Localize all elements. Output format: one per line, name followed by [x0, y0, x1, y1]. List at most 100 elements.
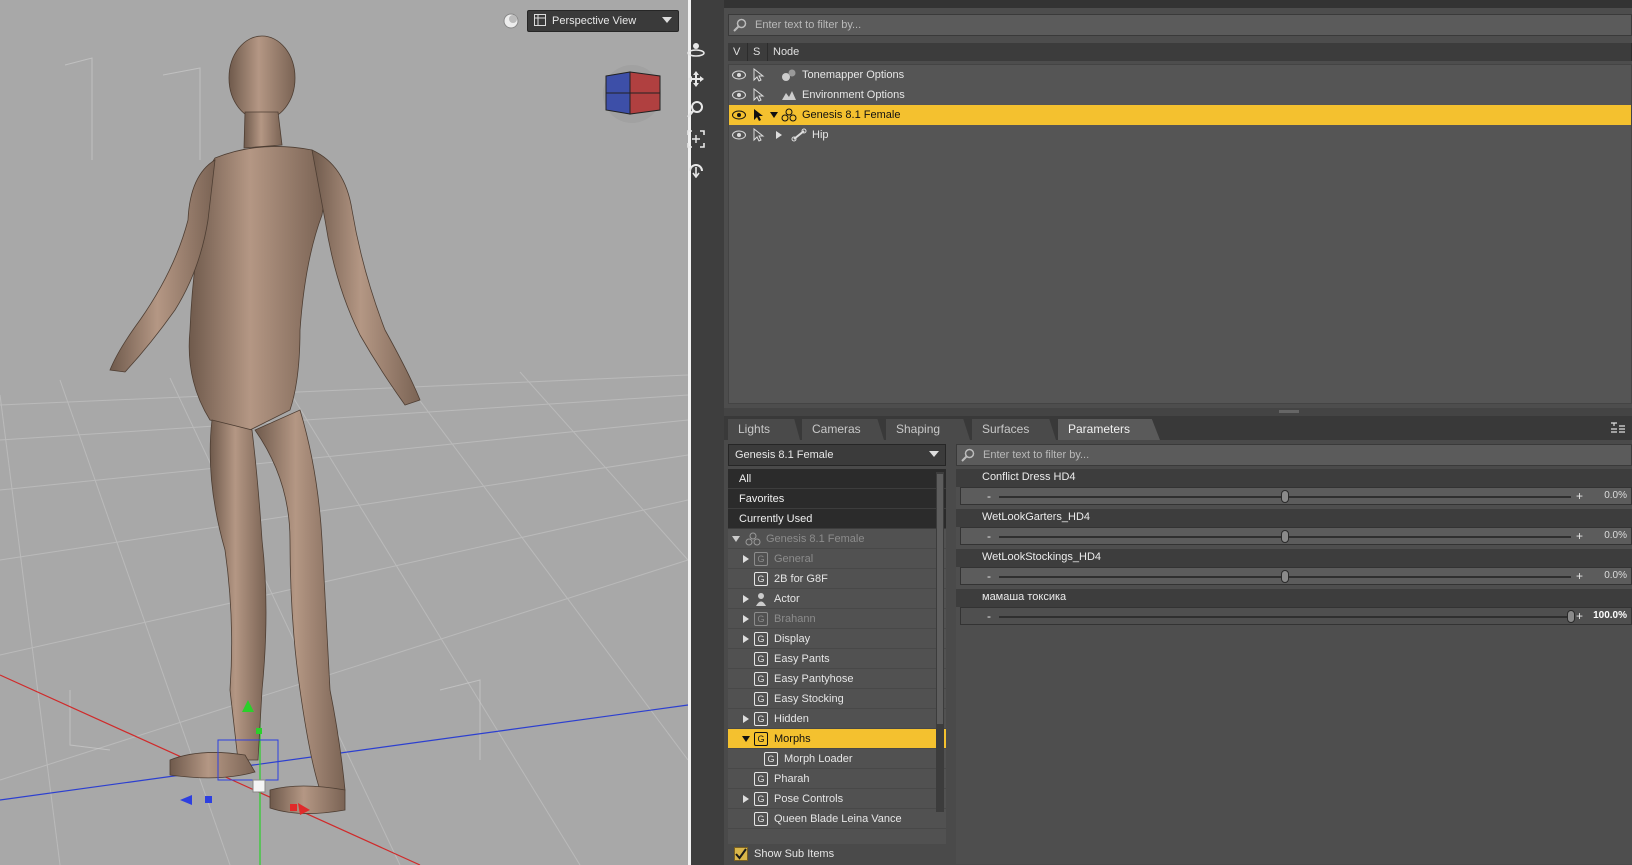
- tree-item-pose-controls[interactable]: G Pose Controls: [728, 789, 946, 809]
- decrement-button[interactable]: -: [987, 530, 991, 542]
- chevron-down-icon: [662, 15, 672, 27]
- tree-item-hidden[interactable]: G Hidden: [728, 709, 946, 729]
- node-label: Genesis 8.1 Female: [802, 109, 901, 121]
- tab-lights[interactable]: Lights: [728, 419, 800, 440]
- decrement-button[interactable]: -: [987, 490, 991, 502]
- tonemapper-icon: [779, 66, 799, 84]
- param-value[interactable]: 100.0%: [1593, 610, 1627, 621]
- slider-track[interactable]: [999, 616, 1571, 618]
- category-favorites[interactable]: Favorites: [728, 489, 946, 509]
- expand-closed-icon[interactable]: [738, 614, 754, 623]
- param-value[interactable]: 0.0%: [1604, 570, 1627, 581]
- slider-knob[interactable]: [1567, 610, 1575, 623]
- category-currently-used[interactable]: Currently Used: [728, 509, 946, 529]
- node-dropdown[interactable]: Genesis 8.1 Female: [728, 444, 946, 466]
- tree-item-easy-stocking[interactable]: G Easy Stocking: [728, 689, 946, 709]
- slider-knob[interactable]: [1281, 530, 1289, 543]
- tab-parameters[interactable]: Parameters: [1058, 419, 1160, 440]
- param-value[interactable]: 0.0%: [1604, 490, 1627, 501]
- column-selectable[interactable]: S: [748, 43, 768, 61]
- expand-open-icon[interactable]: [769, 111, 779, 119]
- cursor-arrow-icon[interactable]: [749, 65, 769, 85]
- category-all[interactable]: All: [728, 469, 946, 489]
- checkbox-checked[interactable]: [734, 847, 748, 861]
- sun-icon[interactable]: [502, 12, 520, 30]
- actor-icon: [754, 592, 768, 606]
- column-node[interactable]: Node: [768, 43, 1632, 61]
- increment-button[interactable]: +: [1576, 490, 1583, 502]
- expand-open-icon[interactable]: [738, 735, 754, 743]
- tree-item-morphs[interactable]: G Morphs: [728, 729, 946, 749]
- expand-closed-icon[interactable]: [738, 594, 754, 603]
- bone-icon: [789, 126, 809, 144]
- tree-item-genesis[interactable]: Genesis 8.1 Female: [728, 529, 946, 549]
- decrement-button[interactable]: -: [987, 610, 991, 622]
- eye-icon[interactable]: [729, 125, 749, 145]
- tree-item-pharah[interactable]: G Pharah: [728, 769, 946, 789]
- tree-item-morph-loader[interactable]: G Morph Loader: [728, 749, 946, 769]
- environment-icon: [779, 86, 799, 104]
- expand-closed-icon[interactable]: [738, 634, 754, 643]
- tree-item-label: Pharah: [774, 772, 810, 785]
- tab-surfaces[interactable]: Surfaces: [972, 419, 1056, 440]
- param-value[interactable]: 0.0%: [1604, 530, 1627, 541]
- scrollbar-thumb[interactable]: [937, 474, 943, 724]
- reset-icon[interactable]: [683, 156, 709, 182]
- pane-menu-icon[interactable]: [1608, 419, 1628, 437]
- cursor-arrow-icon[interactable]: [749, 125, 769, 145]
- category-scrollbar[interactable]: [936, 472, 944, 812]
- expand-open-icon[interactable]: [728, 535, 744, 543]
- expand-closed-icon[interactable]: [738, 714, 754, 723]
- param-slider[interactable]: - + 0.0%: [960, 567, 1632, 585]
- decrement-button[interactable]: -: [987, 570, 991, 582]
- param-slider[interactable]: - + 100.0%: [960, 607, 1632, 625]
- scene-node-hip[interactable]: Hip: [729, 125, 1631, 145]
- view-selector[interactable]: Perspective View: [527, 10, 679, 32]
- tree-item-actor[interactable]: Actor: [728, 589, 946, 609]
- eye-icon[interactable]: [729, 105, 749, 125]
- parameter-filter-input[interactable]: [979, 449, 1631, 461]
- show-sub-items-toggle[interactable]: Show Sub Items: [728, 844, 946, 864]
- param-slider[interactable]: - + 0.0%: [960, 527, 1632, 545]
- increment-button[interactable]: +: [1576, 570, 1583, 582]
- cursor-arrow-icon[interactable]: [749, 105, 769, 125]
- tab-cameras[interactable]: Cameras: [802, 419, 884, 440]
- tree-item-easy-pants[interactable]: G Easy Pants: [728, 649, 946, 669]
- tree-item-easy-pantyhose[interactable]: G Easy Pantyhose: [728, 669, 946, 689]
- frame-icon[interactable]: [683, 126, 709, 152]
- tree-item-brahann[interactable]: G Brahann: [728, 609, 946, 629]
- orbit-icon[interactable]: [683, 36, 709, 62]
- scene-filter-input[interactable]: [751, 19, 1631, 31]
- expand-closed-icon[interactable]: [738, 554, 754, 563]
- tab-shaping[interactable]: Shaping: [886, 419, 970, 440]
- param-slider[interactable]: - + 0.0%: [960, 487, 1632, 505]
- zoom-icon[interactable]: [683, 96, 709, 122]
- increment-button[interactable]: +: [1576, 530, 1583, 542]
- expand-closed-icon[interactable]: [738, 794, 754, 803]
- pan-icon[interactable]: [683, 66, 709, 92]
- scene-node-genesis[interactable]: Genesis 8.1 Female: [729, 105, 1631, 125]
- group-icon: G: [754, 691, 768, 706]
- tree-item-label: Easy Pantyhose: [774, 672, 854, 685]
- view-label: Perspective View: [552, 15, 637, 27]
- parameters-pane: Genesis 8.1 Female All Favorites Current…: [724, 440, 1632, 865]
- expand-closed-icon[interactable]: [769, 131, 789, 139]
- increment-button[interactable]: +: [1576, 610, 1583, 622]
- pane-splitter[interactable]: [724, 408, 1632, 416]
- tree-item-queen-blade[interactable]: G Queen Blade Leina Vance: [728, 809, 946, 829]
- column-visible[interactable]: V: [728, 43, 748, 61]
- 3d-viewport[interactable]: Perspective View: [0, 0, 688, 865]
- param-wetlook-stockings: WetLookStockings_HD4 - + 0.0%: [956, 549, 1632, 589]
- slider-knob[interactable]: [1281, 490, 1289, 503]
- scene-node-tonemapper[interactable]: Tonemapper Options: [729, 65, 1631, 85]
- viewport-scene[interactable]: [0, 0, 688, 865]
- slider-knob[interactable]: [1281, 570, 1289, 583]
- scene-node-environment[interactable]: Environment Options: [729, 85, 1631, 105]
- view-cube[interactable]: [598, 64, 666, 124]
- eye-icon[interactable]: [729, 85, 749, 105]
- tree-item-general[interactable]: G General: [728, 549, 946, 569]
- eye-icon[interactable]: [729, 65, 749, 85]
- tree-item-display[interactable]: G Display: [728, 629, 946, 649]
- cursor-arrow-icon[interactable]: [749, 85, 769, 105]
- tree-item-2b[interactable]: G 2B for G8F: [728, 569, 946, 589]
